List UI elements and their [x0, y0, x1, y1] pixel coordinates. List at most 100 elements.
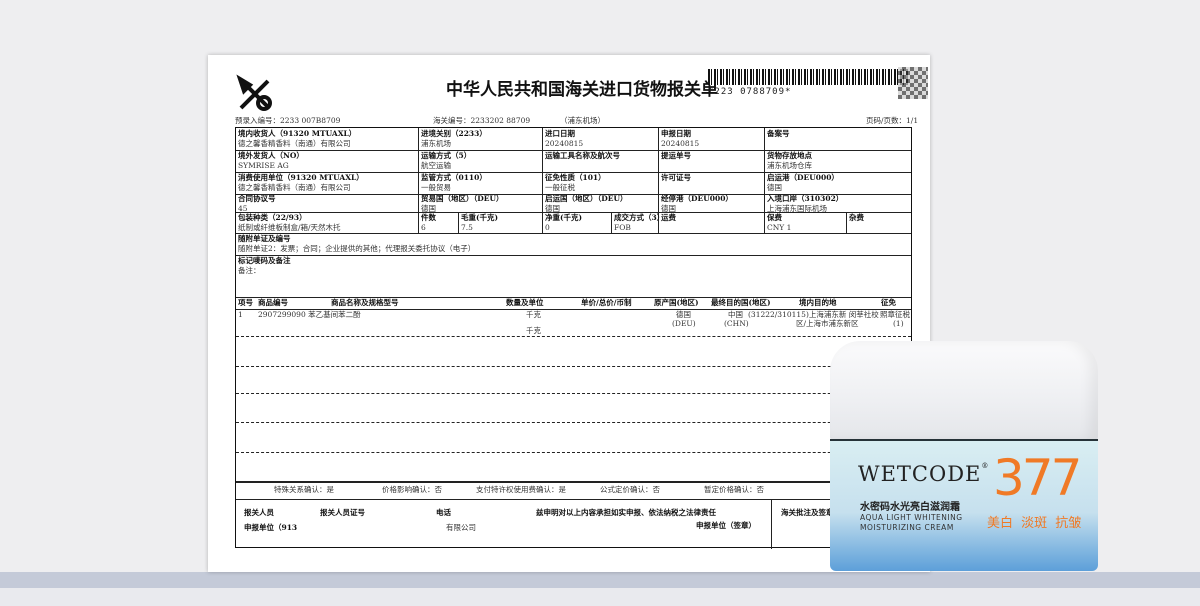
stamp-label: 申报单位（签章）	[696, 521, 756, 530]
col-dest: 最终目的国(地区)	[711, 298, 771, 307]
gross-weight-label: 毛重(千克)	[461, 213, 499, 222]
col-domestic: 境内目的地	[799, 298, 837, 307]
col-name: 商品名称及规格型号	[331, 298, 399, 307]
item-domestic2: 区/上海市浦东新区	[796, 319, 859, 328]
transit-port-label: 经停港（DEU000）	[661, 194, 733, 203]
port-note: （浦东机场）	[560, 116, 605, 125]
confirm-special: 特殊关系确认：是	[274, 485, 334, 494]
declare-unit: 申报单位（913	[244, 523, 298, 532]
consignee-value: 德之馨香精香料（南通）有限公司	[238, 139, 351, 148]
levy-nature-label: 征免性质（101）	[545, 173, 606, 182]
docs-value: 随附单证2：发票；合同；企业提供的其他；代理报关委托协议（电子）	[238, 244, 476, 253]
confirm-royalty: 支付特许权使用费确认：是	[476, 485, 566, 494]
confirm-provisional: 暂定价格确认：否	[704, 485, 764, 494]
deal-mode-value: FOB	[614, 223, 631, 232]
levy-nature-value: 一般征税	[545, 183, 575, 192]
marks-label: 标记唛码及备注	[238, 256, 291, 265]
misc-fee-label: 杂费	[849, 213, 864, 222]
consumer-value: 德之馨香精香料（南通）有限公司	[238, 183, 351, 192]
barcode-number: *223 0788709*	[708, 87, 792, 97]
storage-label: 货物存放地点	[767, 151, 812, 160]
pieces-label: 件数	[421, 213, 436, 222]
gross-weight-value: 7.5	[461, 223, 473, 232]
transport-value: 航空运输	[421, 161, 451, 170]
customs-number: 海关编号：2233202 88709	[433, 116, 531, 125]
storage-value: 浦东机场仓库	[767, 161, 812, 170]
freight-label: 运费	[661, 213, 676, 222]
entry-customs-label: 进境关别（2233）	[421, 129, 487, 138]
marks-value: 备注：	[238, 266, 261, 275]
col-origin: 原产国(地区)	[654, 298, 699, 307]
supervision-label: 监管方式（0110）	[421, 173, 487, 182]
declare-date-value: 20240815	[661, 139, 700, 148]
departure-port-label: 启运港（DEU000）	[767, 173, 839, 182]
customs-declaration-form: 中华人民共和国海关进口货物报关单 *223 0788709* 预录入编号：223…	[208, 55, 930, 572]
form-title: 中华人民共和国海关进口货物报关单	[446, 80, 718, 100]
import-date-value: 20240815	[545, 139, 584, 148]
col-price: 单价/总价/币制	[581, 298, 632, 307]
customs-emblem-icon	[236, 74, 272, 111]
import-date-label: 进口日期	[545, 129, 575, 138]
product-name-en-line2: MOISTURIZING CREAM	[860, 523, 954, 532]
pre-entry-number: 预录入编号：2233 007B8709	[235, 116, 341, 125]
product-name-en-line1: AQUA LIGHT WHITENING	[860, 513, 963, 522]
item-qty1: 千克	[526, 310, 541, 319]
product-name-en: AQUA LIGHT WHITENING MOISTURIZING CREAM	[860, 513, 963, 533]
registered-mark: ®	[981, 462, 990, 470]
origin-country-label: 启运国（地区）（DEU）	[545, 194, 628, 203]
license-label: 许可证号	[661, 173, 691, 182]
col-levy: 征免	[881, 298, 896, 307]
declaration-statement: 兹申明对以上内容承担如实申报、依法纳税之法律责任	[536, 508, 716, 517]
declarant-cert: 报关人员证号	[320, 508, 365, 517]
floor-band	[0, 588, 1200, 606]
item-origin-code: (DEU)	[672, 319, 696, 328]
consumer-label: 消费使用单位（91320 MTUAXL）	[238, 173, 364, 182]
departure-port-value: 德国	[767, 183, 782, 192]
shelf-band	[0, 572, 1200, 588]
confirm-formula: 公式定价确认：否	[600, 485, 660, 494]
item-qty2: 千克	[526, 326, 541, 335]
qr-code	[898, 67, 928, 99]
declaration-table: 境内收货人（91320 MTUAXL） 德之馨香精香料（南通）有限公司 进境关别（…	[235, 127, 912, 549]
product-name-cn: 水密码水光亮白滋润霜	[860, 502, 960, 513]
package-label: 包装种类（22/93）	[238, 213, 307, 222]
consignee-label: 境内收货人（91320 MTUAXL）	[238, 129, 357, 138]
bill-no-label: 提运单号	[661, 151, 691, 160]
contract-label: 合同协议号	[238, 194, 276, 203]
item-levy-code: (1)	[893, 319, 904, 328]
pieces-value: 6	[421, 223, 426, 232]
jar-body: WETCODE® 水密码水光亮白滋润霜 AQUA LIGHT WHITENING…	[830, 439, 1098, 571]
transport-label: 运输方式（5）	[421, 151, 472, 160]
item-code: 2907299090 苯乙基间苯二酚	[258, 310, 361, 319]
col-item-no: 项号	[238, 298, 253, 307]
col-code: 商品编号	[258, 298, 288, 307]
insurance-label: 保费	[767, 213, 782, 222]
net-weight-value: 0	[545, 223, 550, 232]
shipper-value: SYMRISE AG	[238, 161, 289, 170]
deal-mode-label: 成交方式（3）	[614, 213, 665, 222]
cream-jar-product: WETCODE® 水密码水光亮白滋润霜 AQUA LIGHT WHITENING…	[826, 335, 1102, 571]
record-no-label: 备案号	[767, 129, 790, 138]
shipper-label: 境外发货人（NO）	[238, 151, 304, 160]
product-number: 377	[993, 449, 1082, 507]
docs-label: 随附单证及编号	[238, 234, 291, 243]
net-weight-label: 净重(千克)	[545, 213, 583, 222]
phone-label: 电话	[436, 508, 451, 517]
col-qty: 数量及单位	[506, 298, 544, 307]
supervision-value: 一般贸易	[421, 183, 451, 192]
brand-logo: WETCODE®	[858, 462, 989, 486]
item-dest-code: (CHN)	[724, 319, 749, 328]
company-name: 有限公司	[446, 523, 476, 532]
page-count: 页码/页数：1/1	[866, 116, 919, 125]
product-benefits: 美白 淡斑 抗皱	[987, 516, 1082, 531]
item-no: 1	[238, 310, 243, 319]
declarant-person: 报关人员	[244, 508, 274, 517]
brand-name: WETCODE	[858, 462, 982, 486]
barcode	[708, 69, 908, 85]
vessel-label: 运输工具名称及航次号	[545, 151, 620, 160]
jar-lid	[830, 341, 1098, 441]
trade-country-label: 贸易国（地区）（DEU）	[421, 194, 504, 203]
declare-date-label: 申报日期	[661, 129, 691, 138]
insurance-value: CNY 1	[767, 223, 792, 232]
confirm-price: 价格影响确认：否	[382, 485, 442, 494]
